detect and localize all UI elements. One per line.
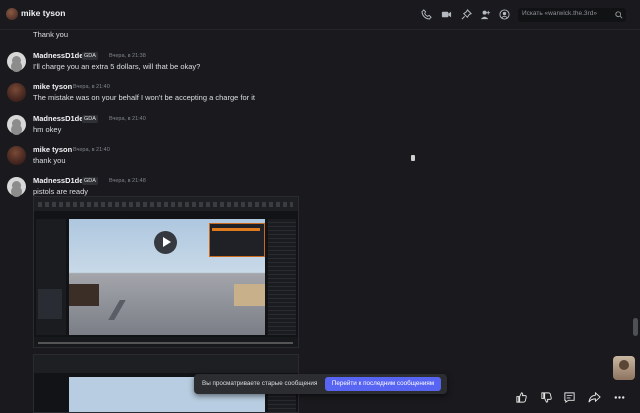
mouse-cursor bbox=[411, 155, 415, 161]
avatar[interactable] bbox=[7, 115, 26, 134]
message-text: I'll charge you an extra 5 dollars, will… bbox=[33, 62, 201, 71]
avatar[interactable] bbox=[7, 146, 26, 165]
pin-icon[interactable] bbox=[461, 9, 472, 20]
timestamp: Вчера, в 21:40 bbox=[73, 84, 110, 90]
thumbs-up-icon[interactable] bbox=[515, 391, 528, 404]
guild-tag[interactable]: GDA bbox=[82, 52, 98, 60]
author-name[interactable]: MadnessD1de bbox=[33, 51, 83, 60]
video-attachment[interactable] bbox=[33, 196, 299, 348]
video-editor-toolbar bbox=[34, 355, 298, 373]
overlay-action-bar bbox=[510, 388, 632, 408]
webcam-thumbnail[interactable] bbox=[613, 356, 635, 380]
avatar[interactable] bbox=[7, 177, 26, 196]
scrollbar[interactable] bbox=[633, 30, 638, 413]
video-panel-block bbox=[38, 289, 62, 319]
video-inset-window bbox=[209, 223, 265, 257]
share-icon[interactable] bbox=[588, 391, 601, 404]
search-input[interactable]: Искать «warwick.the.3rd» bbox=[518, 8, 626, 22]
play-icon[interactable] bbox=[154, 231, 177, 254]
timestamp: Вчера, в 21:38 bbox=[109, 53, 146, 59]
timestamp: Вчера, в 21:40 bbox=[73, 147, 110, 153]
banner-text: Вы просматриваете старые сообщения bbox=[202, 380, 318, 387]
message-text: The mistake was on your behalf I won't b… bbox=[33, 93, 255, 102]
more-icon[interactable] bbox=[613, 391, 626, 404]
author-name[interactable]: mike tyson bbox=[33, 145, 72, 154]
old-messages-banner: Вы просматриваете старые сообщения Перей… bbox=[194, 374, 447, 394]
avatar[interactable] bbox=[7, 52, 26, 71]
video-call-icon[interactable] bbox=[441, 9, 452, 20]
video-inset-bar bbox=[212, 228, 260, 231]
channel-title: mike tyson bbox=[21, 8, 66, 18]
add-friend-icon[interactable] bbox=[480, 9, 491, 20]
video-editor-toolbar-icons bbox=[38, 202, 293, 207]
search-icon bbox=[615, 11, 623, 19]
author-name[interactable]: MadnessD1de bbox=[33, 176, 83, 185]
video-left-panel bbox=[36, 219, 66, 335]
timestamp: Вчера, в 21:48 bbox=[109, 178, 146, 184]
profile-icon[interactable] bbox=[499, 9, 510, 20]
comment-icon[interactable] bbox=[563, 391, 576, 404]
video-scene-object bbox=[69, 284, 99, 306]
message-text: thank you bbox=[33, 156, 66, 165]
timestamp: Вчера, в 21:40 bbox=[109, 116, 146, 122]
avatar[interactable] bbox=[7, 83, 26, 102]
dm-avatar[interactable] bbox=[6, 8, 18, 20]
guild-tag[interactable]: GDA bbox=[82, 115, 98, 123]
message-text: hm okey bbox=[33, 125, 62, 134]
jump-to-latest-button[interactable]: Перейти к последним сообщениям bbox=[325, 377, 441, 391]
message-text: Thank you bbox=[33, 30, 69, 39]
search-placeholder: Искать «warwick.the.3rd» bbox=[522, 10, 597, 17]
guild-tag[interactable]: GDA bbox=[82, 177, 98, 185]
video-timeline bbox=[38, 342, 293, 344]
video-scene-object bbox=[234, 284, 265, 306]
phone-icon[interactable] bbox=[421, 9, 432, 20]
video-right-panel bbox=[268, 219, 296, 335]
author-name[interactable]: mike tyson bbox=[33, 82, 72, 91]
channel-header: mike tyson Искать «warwick.the.3rd» bbox=[0, 0, 640, 30]
author-name[interactable]: MadnessD1de bbox=[33, 114, 83, 123]
scrollbar-thumb[interactable] bbox=[633, 318, 638, 336]
message-text: pistols are ready bbox=[33, 187, 89, 196]
thumbs-down-icon[interactable] bbox=[540, 391, 553, 404]
